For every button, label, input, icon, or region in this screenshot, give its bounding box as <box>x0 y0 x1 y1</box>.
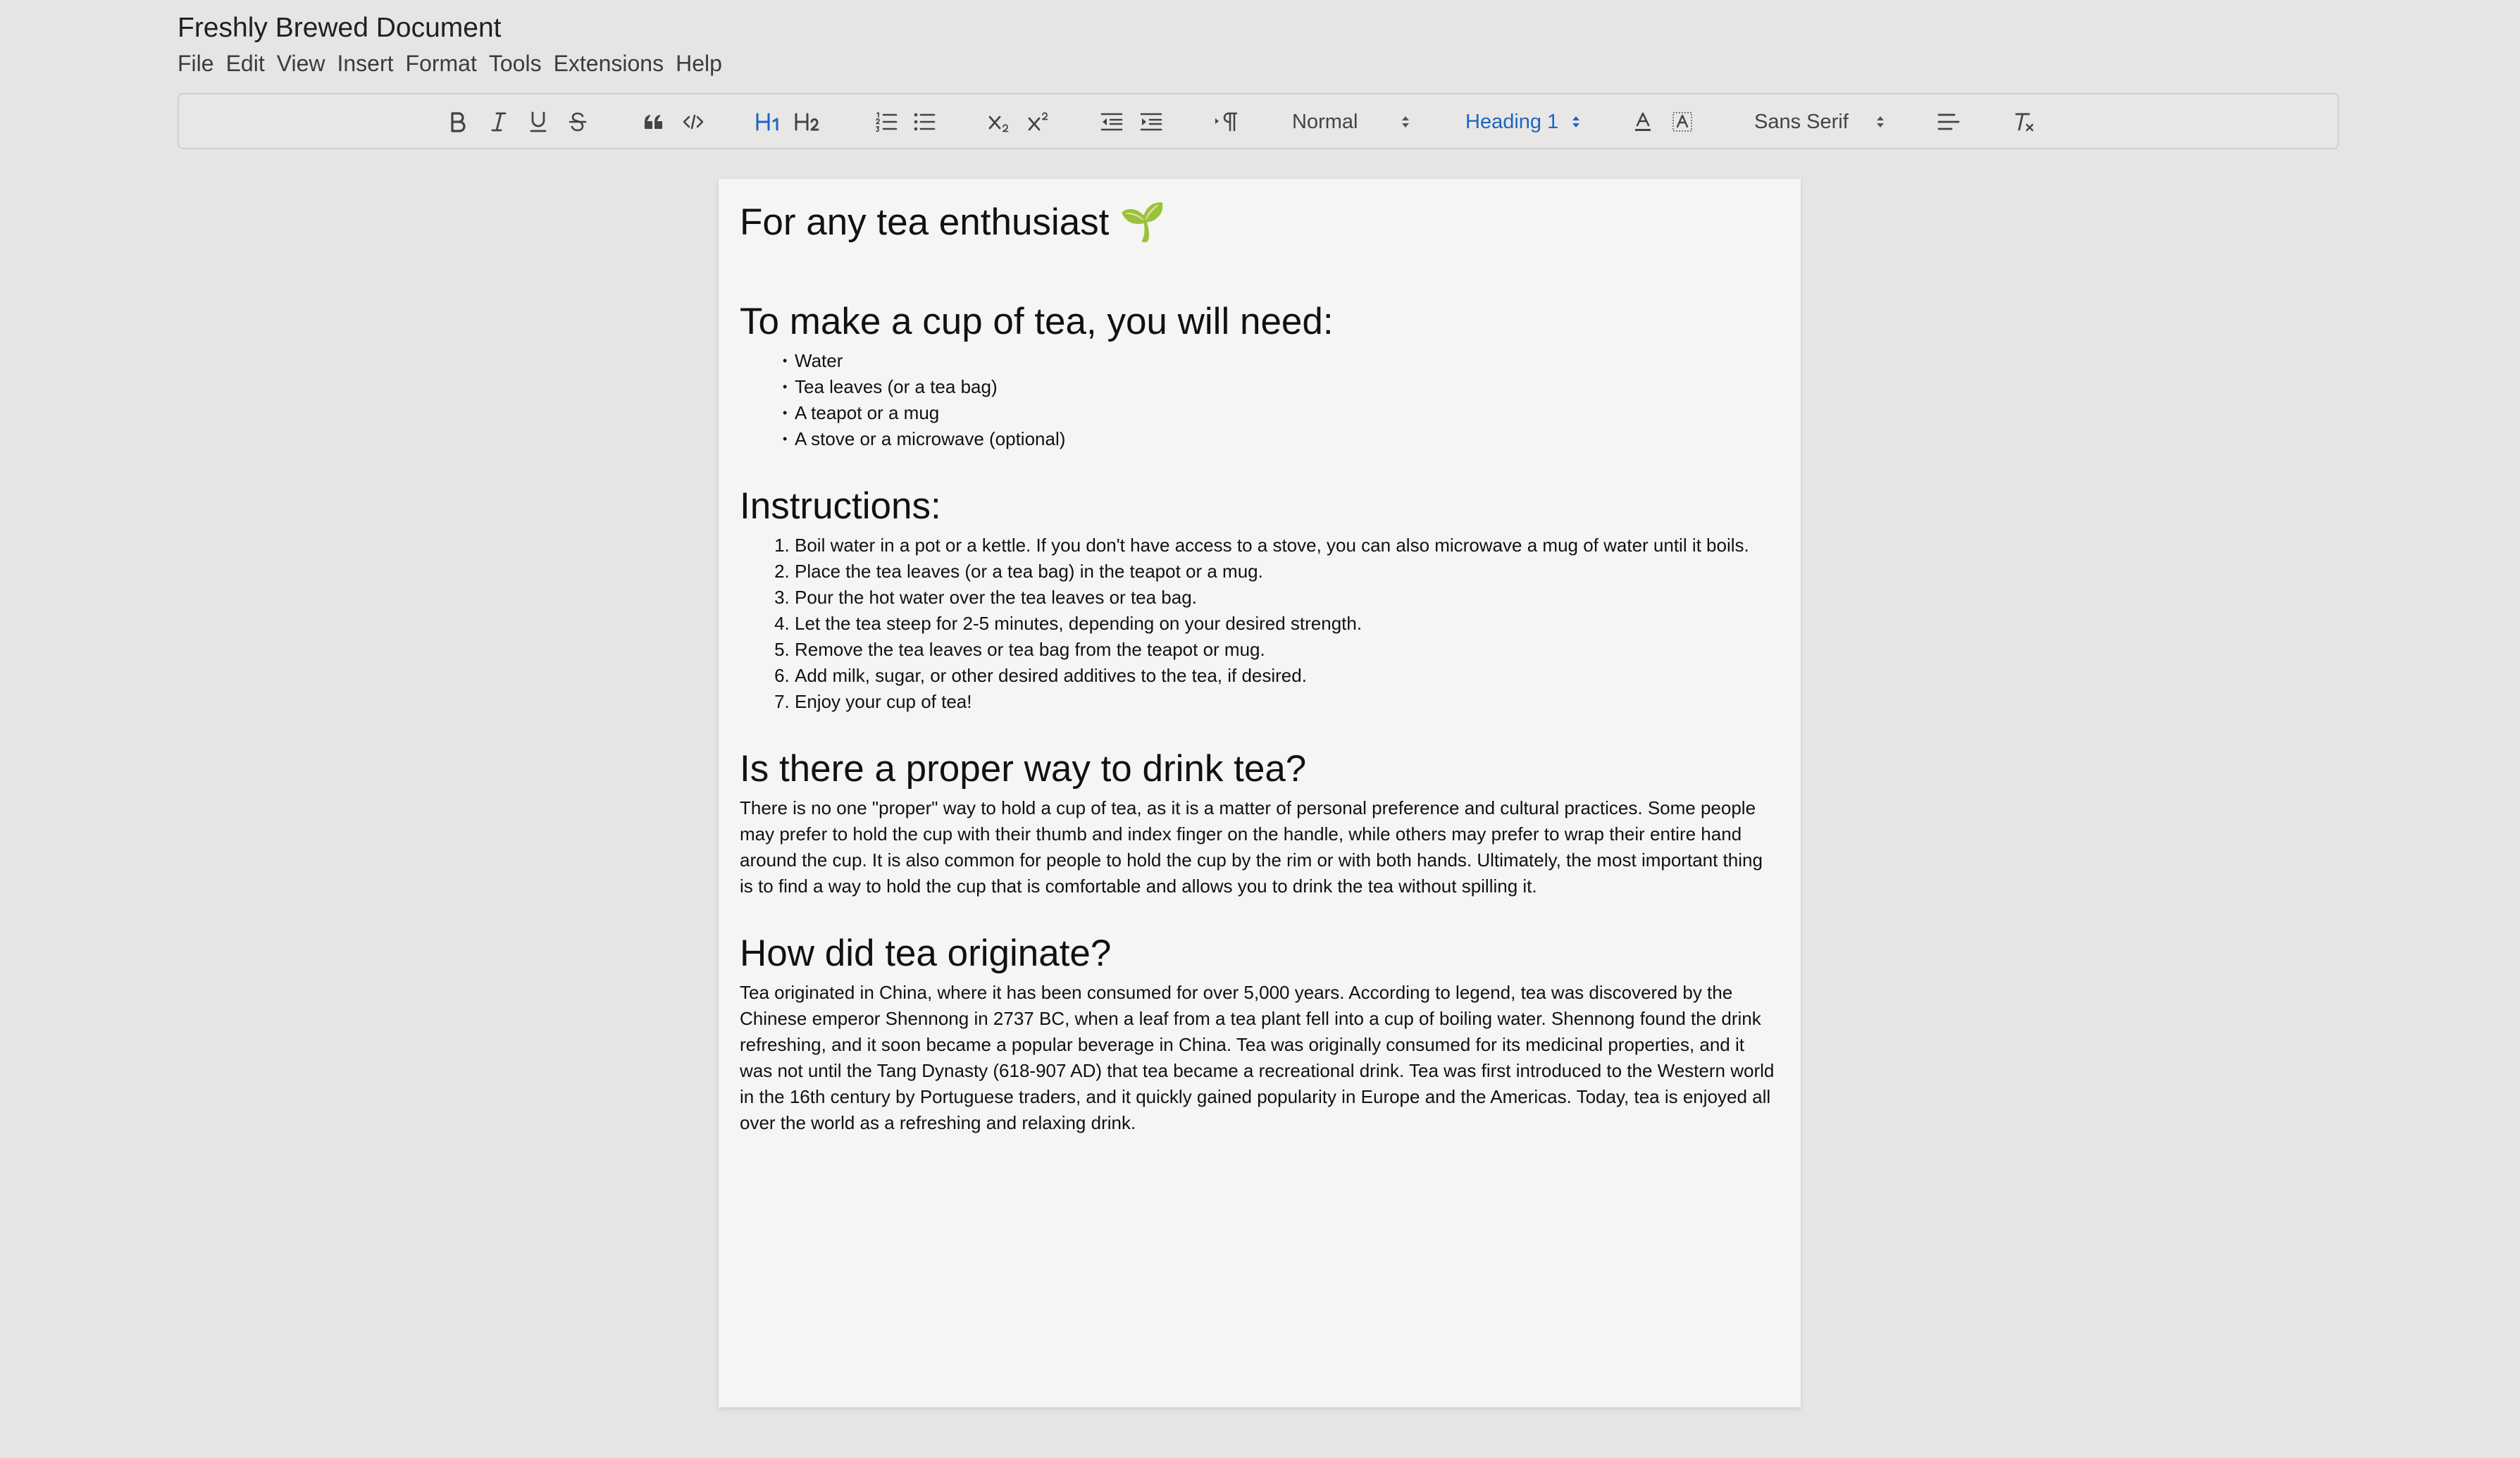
formatting-toolbar: Normal Heading 1 Sans Serif <box>178 93 2339 149</box>
superscript-button[interactable] <box>1024 94 1055 149</box>
font-family-select[interactable]: Sans Serif <box>1754 94 1867 149</box>
list-item[interactable]: A teapot or a mug <box>783 400 1780 426</box>
bullet-list-icon <box>914 113 936 131</box>
menu-bar: File Edit View Insert Format Tools Exten… <box>178 46 722 80</box>
indent-icon <box>1140 113 1162 131</box>
list-item[interactable]: Add milk, sugar, or other desired additi… <box>795 663 1780 689</box>
font-color-button[interactable] <box>1630 94 1656 149</box>
font-color-icon <box>1635 112 1651 131</box>
list-item[interactable]: A stove or a microwave (optional) <box>783 426 1780 452</box>
heading-select-value: Heading 1 <box>1465 110 1559 133</box>
superscript-icon <box>1028 112 1048 131</box>
subscript-icon <box>988 116 1009 132</box>
code-block-button[interactable] <box>681 94 706 149</box>
code-icon <box>683 114 704 130</box>
list-item[interactable]: Remove the tea leaves or tea bag from th… <box>795 637 1780 663</box>
instruction-steps[interactable]: Boil water in a pot or a kettle. If you … <box>740 532 1780 715</box>
document-title[interactable]: Freshly Brewed Document <box>178 10 502 46</box>
bullet-list-button[interactable] <box>910 94 938 149</box>
section-heading-instructions[interactable]: Instructions: <box>740 482 1780 531</box>
heading-1-icon <box>756 113 778 131</box>
paragraph-style-chevron-icon <box>1401 94 1410 149</box>
document-heading[interactable]: For any tea enthusiast 🌱 <box>740 197 1780 248</box>
section-heading-proper-way[interactable]: Is there a proper way to drink tea? <box>740 744 1780 794</box>
document-page[interactable]: For any tea enthusiast 🌱 To make a cup o… <box>719 179 1801 1407</box>
menu-insert[interactable]: Insert <box>337 51 393 77</box>
menu-tools[interactable]: Tools <box>489 51 542 77</box>
clear-formatting-button[interactable] <box>2011 94 2039 149</box>
bold-button[interactable] <box>445 94 471 149</box>
clear-formatting-icon <box>2015 113 2034 132</box>
section-heading-origin[interactable]: How did tea originate? <box>740 929 1780 978</box>
ingredient-list[interactable]: Water Tea leaves (or a tea bag) A teapot… <box>740 348 1780 452</box>
bold-icon <box>451 112 466 132</box>
background-color-button[interactable] <box>1670 94 1695 149</box>
paragraph-style-value: Normal <box>1292 110 1358 133</box>
subscript-button[interactable] <box>985 94 1016 149</box>
section-heading-needs[interactable]: To make a cup of tea, you will need: <box>740 297 1780 347</box>
quote-icon <box>645 115 662 129</box>
italic-button[interactable] <box>486 94 511 149</box>
underline-icon <box>530 111 547 132</box>
list-item[interactable]: Place the tea leaves (or a tea bag) in t… <box>795 559 1780 585</box>
underline-button[interactable] <box>526 94 551 149</box>
text-direction-icon <box>1215 112 1238 132</box>
menu-edit[interactable]: Edit <box>226 51 265 77</box>
font-family-value: Sans Serif <box>1754 110 1849 133</box>
heading-1-button[interactable] <box>754 94 782 149</box>
highlight-icon <box>1672 112 1692 132</box>
list-item[interactable]: Boil water in a pot or a kettle. If you … <box>795 532 1780 559</box>
heading-2-icon <box>795 113 819 131</box>
indent-button[interactable] <box>1137 94 1165 149</box>
strikethrough-icon <box>569 112 587 132</box>
list-item[interactable]: Let the tea steep for 2-5 minutes, depen… <box>795 611 1780 637</box>
italic-icon <box>491 112 507 132</box>
list-item[interactable]: Water <box>783 348 1780 374</box>
ordered-list-button[interactable] <box>872 94 900 149</box>
menu-view[interactable]: View <box>277 51 325 77</box>
blockquote-button[interactable] <box>641 94 666 149</box>
list-item[interactable]: Tea leaves (or a tea bag) <box>783 374 1780 400</box>
font-family-chevron-icon <box>1875 94 1885 149</box>
align-left-icon <box>1937 113 1960 130</box>
paragraph-origin[interactable]: Tea originated in China, where it has be… <box>740 980 1780 1136</box>
outdent-button[interactable] <box>1098 94 1126 149</box>
paragraph-style-select[interactable]: Normal <box>1292 94 1405 149</box>
list-item[interactable]: Pour the hot water over the tea leaves o… <box>795 585 1780 611</box>
menu-extensions[interactable]: Extensions <box>554 51 664 77</box>
text-direction-button[interactable] <box>1212 94 1240 149</box>
menu-file[interactable]: File <box>178 51 214 77</box>
ordered-list-icon <box>876 112 898 132</box>
heading-select[interactable]: Heading 1 <box>1465 94 1571 149</box>
list-item[interactable]: Enjoy your cup of tea! <box>795 689 1780 715</box>
heading-select-chevron-icon <box>1571 94 1581 149</box>
align-button[interactable] <box>1935 94 1963 149</box>
paragraph-proper-way[interactable]: There is no one "proper" way to hold a c… <box>740 795 1780 899</box>
menu-help[interactable]: Help <box>676 51 722 77</box>
menu-format[interactable]: Format <box>406 51 477 77</box>
heading-2-button[interactable] <box>793 94 821 149</box>
outdent-icon <box>1100 113 1123 131</box>
strikethrough-button[interactable] <box>565 94 590 149</box>
